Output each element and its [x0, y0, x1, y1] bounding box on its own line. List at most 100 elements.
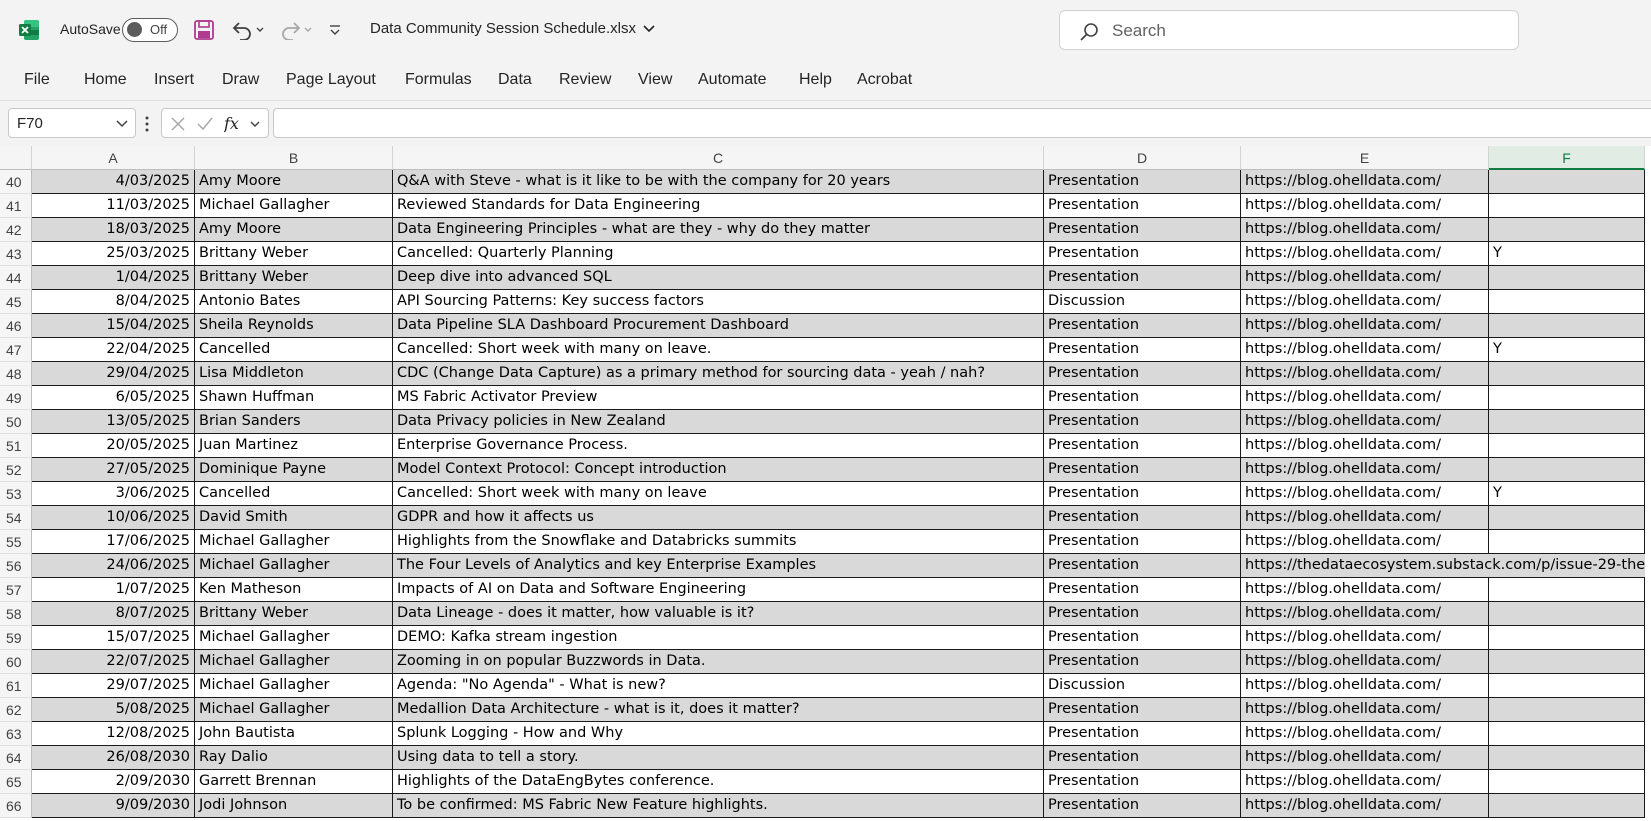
cell-presenter[interactable]: John Bautista [195, 722, 393, 746]
cell-link[interactable]: https://blog.ohelldata.com/ [1241, 386, 1489, 410]
redo-icon[interactable] [275, 17, 315, 43]
cell-type[interactable]: Presentation [1044, 626, 1241, 650]
cell-topic[interactable]: The Four Levels of Analytics and key Ent… [393, 554, 1044, 578]
select-all-corner[interactable] [0, 146, 32, 170]
cell-topic[interactable]: Reviewed Standards for Data Engineering [393, 194, 1044, 218]
cell-presenter[interactable]: Michael Gallagher [195, 194, 393, 218]
cell-flag[interactable] [1489, 530, 1645, 554]
row-header[interactable]: 57 [0, 578, 32, 602]
tab-page-layout[interactable]: Page Layout [286, 71, 376, 89]
cell-presenter[interactable]: Jodi Johnson [195, 794, 393, 818]
cell-date[interactable]: 8/04/2025 [32, 290, 195, 314]
tab-draw[interactable]: Draw [222, 71, 259, 89]
tab-acrobat[interactable]: Acrobat [857, 71, 912, 89]
cell-link[interactable]: https://blog.ohelldata.com/ [1241, 746, 1489, 770]
cell-presenter[interactable]: Shawn Huffman [195, 386, 393, 410]
column-header-c[interactable]: C [393, 146, 1044, 170]
tab-review[interactable]: Review [559, 71, 611, 89]
cell-presenter[interactable]: Dominique Payne [195, 458, 393, 482]
cell-topic[interactable]: Zooming in on popular Buzzwords in Data. [393, 650, 1044, 674]
cell-type[interactable]: Presentation [1044, 578, 1241, 602]
tab-view[interactable]: View [638, 71, 672, 89]
cell-type[interactable]: Presentation [1044, 218, 1241, 242]
cell-presenter[interactable]: Lisa Middleton [195, 362, 393, 386]
cell-link[interactable]: https://blog.ohelldata.com/ [1241, 674, 1489, 698]
row-header[interactable]: 42 [0, 218, 32, 242]
tab-home[interactable]: Home [84, 71, 127, 89]
cell-topic[interactable]: Data Privacy policies in New Zealand [393, 410, 1044, 434]
row-header[interactable]: 45 [0, 290, 32, 314]
cell-type[interactable]: Presentation [1044, 482, 1241, 506]
tab-automate[interactable]: Automate [698, 71, 766, 89]
row-header[interactable]: 40 [0, 170, 32, 194]
cell-link[interactable]: https://blog.ohelldata.com/ [1241, 578, 1489, 602]
cell-type[interactable]: Presentation [1044, 554, 1241, 578]
cell-presenter[interactable]: Brittany Weber [195, 602, 393, 626]
cell-type[interactable]: Presentation [1044, 362, 1241, 386]
row-header[interactable]: 41 [0, 194, 32, 218]
column-header-b[interactable]: B [195, 146, 393, 170]
cell-flag[interactable] [1489, 602, 1645, 626]
row-header[interactable]: 49 [0, 386, 32, 410]
cell-flag[interactable] [1489, 698, 1645, 722]
cell-date[interactable]: 8/07/2025 [32, 602, 195, 626]
row-header[interactable]: 50 [0, 410, 32, 434]
row-header[interactable]: 52 [0, 458, 32, 482]
cell-topic[interactable]: Splunk Logging - How and Why [393, 722, 1044, 746]
cell-topic[interactable]: MS Fabric Activator Preview [393, 386, 1044, 410]
column-header-f[interactable]: F [1489, 146, 1645, 170]
cell-link[interactable]: https://blog.ohelldata.com/ [1241, 266, 1489, 290]
cell-date[interactable]: 18/03/2025 [32, 218, 195, 242]
cell-flag[interactable] [1489, 386, 1645, 410]
row-header[interactable]: 62 [0, 698, 32, 722]
cell-presenter[interactable]: Michael Gallagher [195, 674, 393, 698]
cell-topic[interactable]: To be confirmed: MS Fabric New Feature h… [393, 794, 1044, 818]
cell-link[interactable]: https://blog.ohelldata.com/ [1241, 242, 1489, 266]
cell-presenter[interactable]: Brittany Weber [195, 266, 393, 290]
cell-type[interactable]: Presentation [1044, 530, 1241, 554]
cell-topic[interactable]: API Sourcing Patterns: Key success facto… [393, 290, 1044, 314]
cell-link[interactable]: https://blog.ohelldata.com/ [1241, 530, 1489, 554]
cell-topic[interactable]: Deep dive into advanced SQL [393, 266, 1044, 290]
cell-topic[interactable]: Data Pipeline SLA Dashboard Procurement … [393, 314, 1044, 338]
cell-link[interactable]: https://blog.ohelldata.com/ [1241, 650, 1489, 674]
cell-topic[interactable]: Q&A with Steve - what is it like to be w… [393, 170, 1044, 194]
cell-presenter[interactable]: Ken Matheson [195, 578, 393, 602]
cell-topic[interactable]: Using data to tell a story. [393, 746, 1044, 770]
cell-topic[interactable]: Data Engineering Principles - what are t… [393, 218, 1044, 242]
row-header[interactable]: 66 [0, 794, 32, 818]
row-header[interactable]: 56 [0, 554, 32, 578]
cell-topic[interactable]: Enterprise Governance Process. [393, 434, 1044, 458]
cell-topic[interactable]: Data Lineage - does it matter, how valua… [393, 602, 1044, 626]
cell-link[interactable]: https://blog.ohelldata.com/ [1241, 698, 1489, 722]
cell-link[interactable]: https://blog.ohelldata.com/ [1241, 410, 1489, 434]
cell-flag[interactable] [1489, 290, 1645, 314]
customize-toolbar-icon[interactable] [325, 17, 345, 43]
formula-input[interactable] [273, 108, 1651, 138]
cell-presenter[interactable]: Garrett Brennan [195, 770, 393, 794]
cell-type[interactable]: Presentation [1044, 698, 1241, 722]
row-header[interactable]: 43 [0, 242, 32, 266]
cell-presenter[interactable]: Cancelled [195, 338, 393, 362]
row-header[interactable]: 61 [0, 674, 32, 698]
cell-type[interactable]: Presentation [1044, 770, 1241, 794]
cell-flag[interactable] [1489, 674, 1645, 698]
row-header[interactable]: 47 [0, 338, 32, 362]
enter-check-icon[interactable] [196, 116, 214, 132]
cell-topic[interactable]: Cancelled: Short week with many on leave… [393, 338, 1044, 362]
cell-type[interactable]: Discussion [1044, 290, 1241, 314]
cell-flag[interactable]: Y [1489, 338, 1645, 362]
cell-date[interactable]: 20/05/2025 [32, 434, 195, 458]
cell-flag[interactable] [1489, 506, 1645, 530]
cell-presenter[interactable]: Michael Gallagher [195, 626, 393, 650]
row-header[interactable]: 59 [0, 626, 32, 650]
cell-date[interactable]: 29/07/2025 [32, 674, 195, 698]
tab-formulas[interactable]: Formulas [405, 71, 472, 89]
cell-type[interactable]: Presentation [1044, 338, 1241, 362]
cell-topic[interactable]: CDC (Change Data Capture) as a primary m… [393, 362, 1044, 386]
cell-presenter[interactable]: Amy Moore [195, 170, 393, 194]
cell-topic[interactable]: Cancelled: Short week with many on leave [393, 482, 1044, 506]
more-options-icon[interactable] [144, 114, 150, 134]
cell-link[interactable]: https://blog.ohelldata.com/ [1241, 218, 1489, 242]
tab-data[interactable]: Data [498, 71, 532, 89]
